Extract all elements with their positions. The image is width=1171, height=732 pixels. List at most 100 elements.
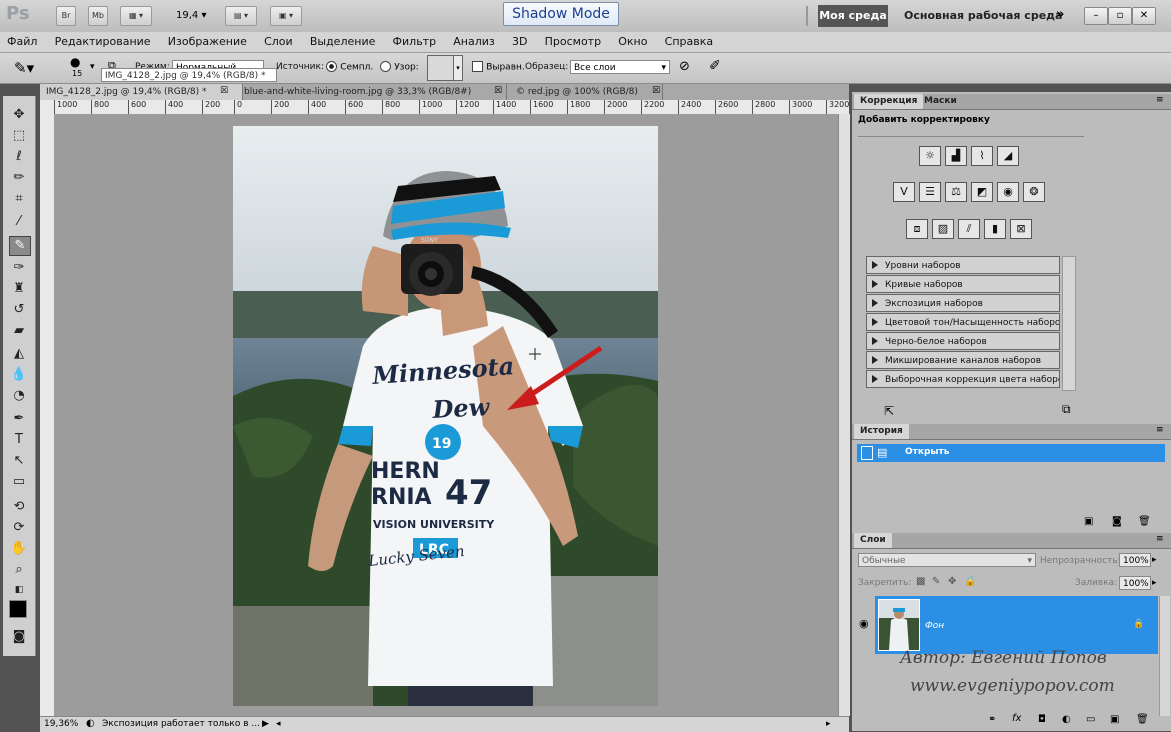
lock-pixels-icon[interactable]: ✎ <box>932 576 940 587</box>
panel-menu-icon[interactable]: ≡ <box>1156 425 1164 435</box>
marquee-tool-icon[interactable]: ⬚ <box>9 127 29 145</box>
bridge-button[interactable]: Br <box>56 6 76 26</box>
selective-color-icon[interactable]: ⊠ <box>1010 219 1032 239</box>
crop-tool-icon[interactable]: ⌗ <box>9 190 29 208</box>
sample-from-select[interactable]: Все слои ▾ <box>570 60 670 74</box>
view-extras-dropdown[interactable]: ▦ ▾ <box>120 6 152 26</box>
menu-file[interactable]: Файл <box>0 32 44 52</box>
new-adjustment-layer-icon[interactable]: ◐ <box>1062 714 1071 725</box>
quick-mask-icon[interactable]: ◙ <box>9 628 29 646</box>
menu-help[interactable]: Справка <box>658 32 720 52</box>
preset-channel-mixer[interactable]: Микширование каналов наборов <box>866 351 1060 369</box>
presets-scrollbar[interactable] <box>1062 256 1076 391</box>
threshold-icon[interactable]: ⫽ <box>958 219 980 239</box>
posterize-icon[interactable]: ▨ <box>932 219 954 239</box>
workspace-my-button[interactable]: Моя среда <box>818 5 888 27</box>
layer-name[interactable]: Фон <box>925 621 944 631</box>
zoom-level[interactable]: 19,4 ▾ <box>176 10 206 21</box>
new-group-icon[interactable]: ▭ <box>1086 714 1095 725</box>
quick-selection-tool-icon[interactable]: ✏ <box>9 169 29 187</box>
move-tool-icon[interactable]: ✥ <box>9 106 29 124</box>
dodge-tool-icon[interactable]: ◔ <box>9 387 29 405</box>
hscroll-left-icon[interactable]: ◂ <box>276 717 281 731</box>
lock-all-icon[interactable]: 🔒 <box>964 576 976 587</box>
gradient-map-icon[interactable]: ▮ <box>984 219 1006 239</box>
opacity-slider-icon[interactable]: ▸ <box>1152 555 1157 565</box>
lasso-tool-icon[interactable]: ℓ <box>9 148 29 166</box>
panel-menu-icon[interactable]: ≡ <box>1156 95 1164 105</box>
mini-bridge-button[interactable]: Mb <box>88 6 108 26</box>
menu-3d[interactable]: 3D <box>505 32 534 52</box>
zoom-tool-icon[interactable]: ⌕ <box>9 561 29 579</box>
vertical-scrollbar[interactable] <box>838 114 850 716</box>
preset-hue-saturation[interactable]: Цветовой тон/Насыщенность наборов <box>866 313 1060 331</box>
menu-view[interactable]: Просмотр <box>538 32 608 52</box>
menu-select[interactable]: Выделение <box>303 32 383 52</box>
document-image[interactable]: SONY Minnesota Dew 19 HERN RNIA 47 VISIO… <box>233 126 658 706</box>
aligned-checkbox[interactable]: Выравн. <box>472 61 525 73</box>
curves-icon[interactable]: ⌇ <box>971 146 993 166</box>
default-colors-icon[interactable]: ◧ <box>9 581 29 599</box>
history-item[interactable]: ▤ Открыть <box>857 444 1165 462</box>
clone-stamp-tool-icon[interactable]: ♜ <box>9 280 29 298</box>
minimize-icon[interactable]: – <box>1084 7 1108 25</box>
invert-icon[interactable]: ⧈ <box>906 219 928 239</box>
history-brush-tool-icon[interactable]: ↺ <box>9 301 29 319</box>
arrange-documents-dropdown[interactable]: ▤ ▾ <box>225 6 257 26</box>
3d-orbit-tool-icon[interactable]: ⟳ <box>9 519 29 537</box>
blur-tool-icon[interactable]: 💧 <box>9 366 29 384</box>
tab-layers[interactable]: Слои <box>854 533 892 548</box>
tab-close-icon[interactable]: ☒ <box>652 86 660 96</box>
brush-tip-icon[interactable]: ● <box>70 55 80 69</box>
lock-transparency-icon[interactable]: ▩ <box>916 576 925 587</box>
rectangle-tool-icon[interactable]: ▭ <box>9 473 29 491</box>
3d-rotate-tool-icon[interactable]: ⟲ <box>9 498 29 516</box>
hscroll-right-icon[interactable]: ▸ <box>826 717 831 731</box>
preset-black-white[interactable]: Черно-белое наборов <box>866 332 1060 350</box>
menu-analysis[interactable]: Анализ <box>446 32 502 52</box>
add-mask-icon[interactable]: ◘ <box>1038 714 1046 725</box>
fill-field[interactable]: 100% <box>1119 576 1151 590</box>
menu-filter[interactable]: Фильтр <box>386 32 444 52</box>
exposure-icon[interactable]: ◢ <box>997 146 1019 166</box>
trash-icon[interactable]: 🗑 <box>1138 516 1151 527</box>
status-menu-arrow-icon[interactable]: ▶ <box>262 717 269 731</box>
delete-layer-icon[interactable]: 🗑 <box>1136 714 1149 725</box>
tab-adjustments[interactable]: Коррекция <box>854 94 924 109</box>
opacity-field[interactable]: 100% <box>1119 553 1151 567</box>
foreground-color-swatch[interactable] <box>9 600 27 618</box>
status-info-icon[interactable]: ◐ <box>86 717 95 731</box>
tab-masks[interactable]: Маски <box>918 94 963 109</box>
panel-menu-icon[interactable]: ≡ <box>1156 534 1164 544</box>
preset-levels[interactable]: Уровни наборов <box>866 256 1060 274</box>
paint-bucket-tool-icon[interactable]: ◭ <box>9 345 29 363</box>
new-layer-icon[interactable]: ▣ <box>1110 714 1119 725</box>
vibrance-icon[interactable]: V <box>893 182 915 202</box>
path-selection-tool-icon[interactable]: ↖ <box>9 452 29 470</box>
clip-to-layer-icon[interactable]: ⧉ <box>1062 402 1071 417</box>
tab-close-icon[interactable]: ☒ <box>220 86 228 96</box>
source-sampled-radio[interactable]: Семпл. <box>326 61 373 73</box>
workspace-main-button[interactable]: Основная рабочая среда <box>904 5 1062 27</box>
healing-brush-tool-icon[interactable]: ✎ <box>9 236 31 256</box>
pressure-icon[interactable]: ✐ <box>709 58 721 74</box>
pattern-swatch[interactable] <box>427 55 455 81</box>
preset-curves[interactable]: Кривые наборов <box>866 275 1060 293</box>
close-icon[interactable]: ✕ <box>1132 7 1156 25</box>
preset-exposure[interactable]: Экспозиция наборов <box>866 294 1060 312</box>
menu-image[interactable]: Изображение <box>161 32 254 52</box>
more-workspaces-icon[interactable]: » <box>1056 7 1064 22</box>
color-balance-icon[interactable]: ⚖ <box>945 182 967 202</box>
link-layers-icon[interactable]: ⚭ <box>988 714 996 725</box>
pattern-picker-chevron-icon[interactable]: ▾ <box>453 55 463 81</box>
brush-tool-icon[interactable]: ✑ <box>9 259 29 277</box>
source-pattern-radio[interactable]: Узор: <box>380 61 419 73</box>
return-to-list-icon[interactable]: ⇱ <box>884 404 894 418</box>
brush-picker-chevron-icon[interactable]: ▾ <box>90 62 95 72</box>
shadow-mode-button[interactable]: Shadow Mode <box>503 2 619 26</box>
hand-tool-icon[interactable]: ✋ <box>9 540 29 558</box>
healing-brush-tool-preset-icon[interactable]: ✎▾ <box>14 59 34 77</box>
type-tool-icon[interactable]: T <box>9 431 29 449</box>
levels-icon[interactable]: ▟ <box>945 146 967 166</box>
eye-visibility-icon[interactable]: ◉ <box>859 617 869 630</box>
